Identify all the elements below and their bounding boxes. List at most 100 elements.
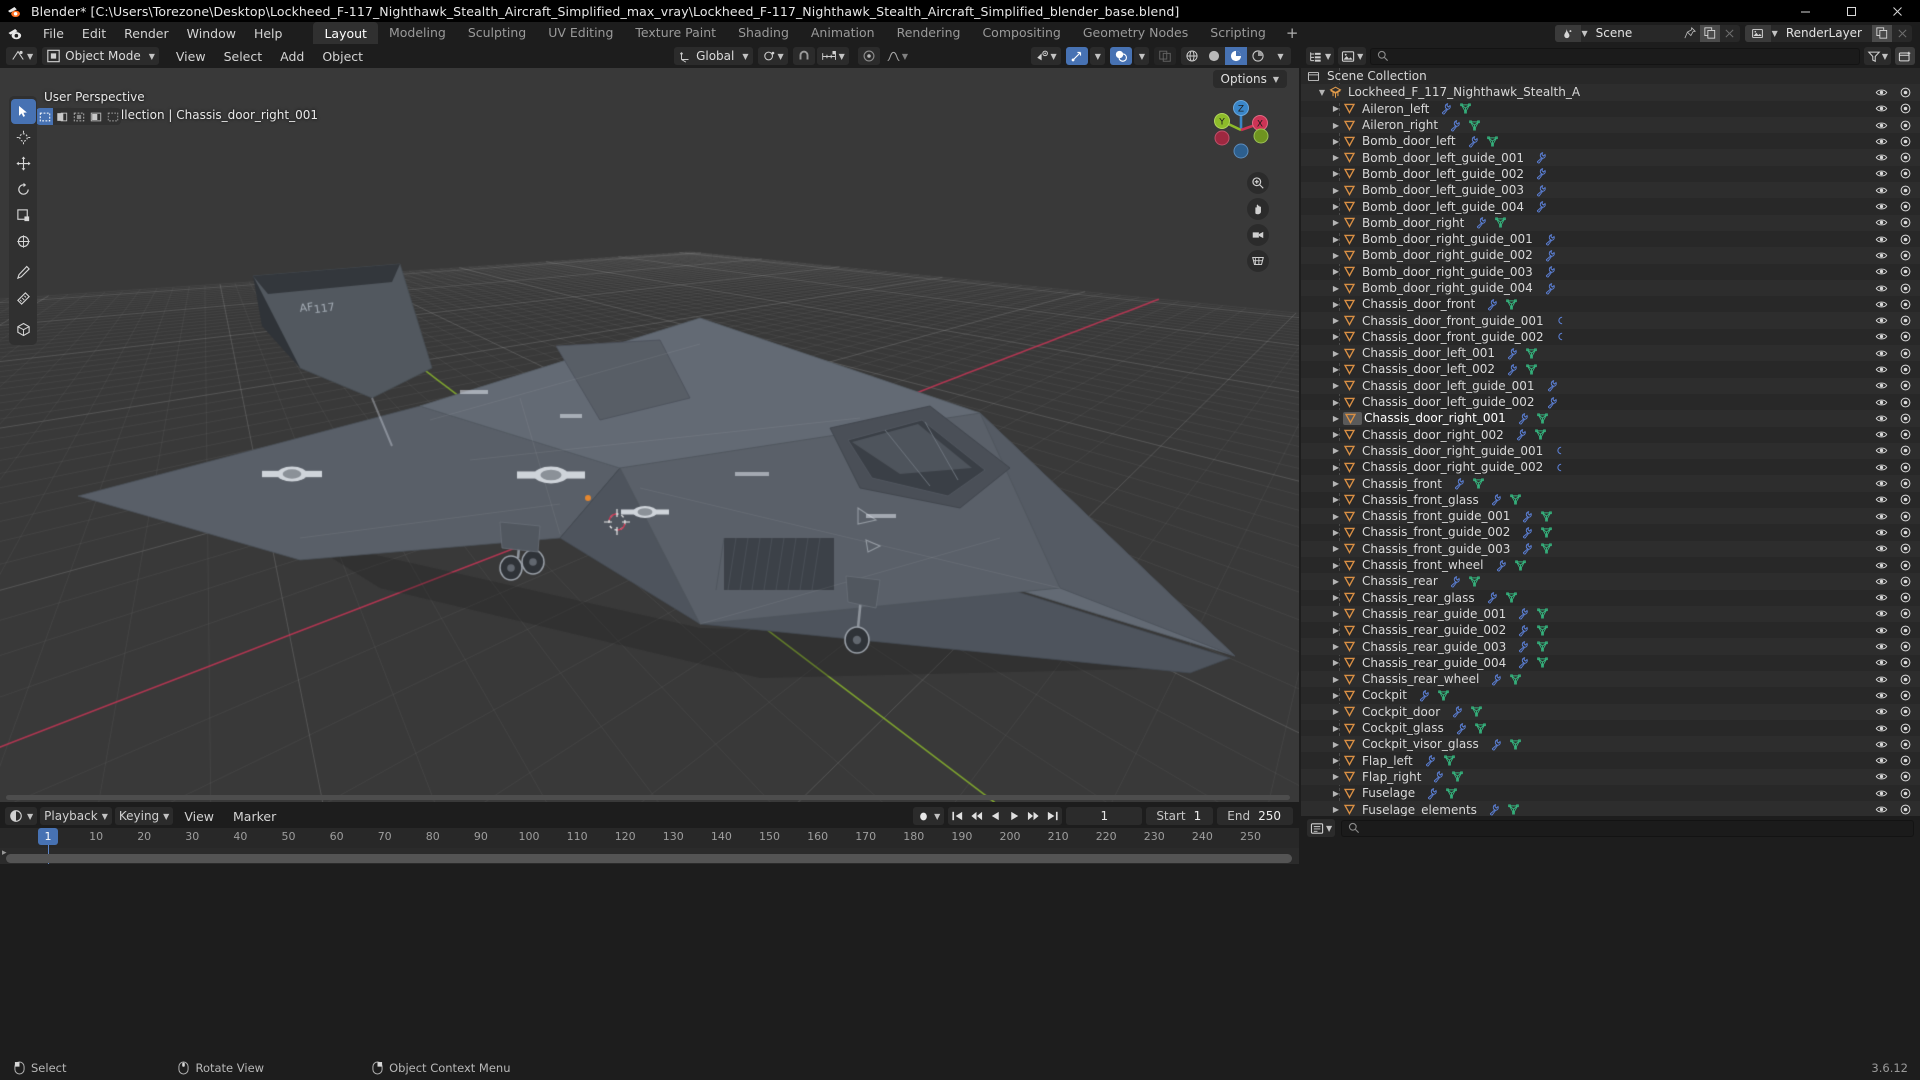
- disable-in-renders-icon[interactable]: [1899, 477, 1912, 490]
- disable-in-renders-icon[interactable]: [1899, 135, 1912, 148]
- disable-in-renders-icon[interactable]: [1899, 803, 1912, 816]
- outliner-object-row[interactable]: ▶Bomb_door_right_guide_004: [1301, 280, 1920, 296]
- disable-in-renders-icon[interactable]: [1899, 363, 1912, 376]
- proportional-editing-toggle[interactable]: [858, 47, 880, 65]
- chevron-right-icon[interactable]: ▶: [1329, 430, 1343, 439]
- viewport-menu-object[interactable]: Object: [313, 47, 372, 66]
- hide-in-viewport-icon[interactable]: [1875, 412, 1888, 425]
- outliner-object-row[interactable]: ▶Bomb_door_left_guide_003: [1301, 182, 1920, 198]
- tab-shading[interactable]: Shading: [727, 22, 800, 44]
- disable-in-renders-icon[interactable]: [1899, 705, 1912, 718]
- viewlayer-datablock[interactable]: ▼ RenderLayer: [1745, 25, 1912, 42]
- pan-view-icon[interactable]: [1247, 198, 1269, 220]
- frame-end-field[interactable]: End 250: [1217, 807, 1293, 825]
- measure-tool[interactable]: [11, 286, 36, 311]
- disable-in-renders-icon[interactable]: [1899, 298, 1912, 311]
- select-box-mode-icon[interactable]: [36, 108, 53, 125]
- camera-view-icon[interactable]: [1247, 224, 1269, 246]
- hide-in-viewport-icon[interactable]: [1875, 607, 1888, 620]
- outliner-object-row[interactable]: ▶Aileron_right: [1301, 117, 1920, 133]
- chevron-right-icon[interactable]: ▶: [1329, 332, 1343, 341]
- disable-in-renders-icon[interactable]: [1899, 444, 1912, 457]
- scene-datablock[interactable]: ▼ Scene: [1555, 25, 1740, 42]
- shading-rendered-button[interactable]: [1247, 47, 1269, 65]
- timeline-menu-keying[interactable]: Keying ▼: [115, 807, 173, 825]
- shading-material-preview-button[interactable]: [1225, 47, 1247, 65]
- hide-in-viewport-icon[interactable]: [1875, 233, 1888, 246]
- chevron-right-icon[interactable]: ▶: [1329, 316, 1343, 325]
- disable-in-renders-icon[interactable]: [1899, 656, 1912, 669]
- disable-in-renders-icon[interactable]: [1899, 233, 1912, 246]
- disable-in-renders-icon[interactable]: [1899, 347, 1912, 360]
- chevron-right-icon[interactable]: ▶: [1329, 186, 1343, 195]
- jump-next-keyframe-button[interactable]: [1024, 807, 1043, 825]
- outliner-object-row[interactable]: ▶Bomb_door_left_guide_002: [1301, 166, 1920, 182]
- annotate-tool[interactable]: [11, 260, 36, 285]
- hide-in-viewport-icon[interactable]: [1875, 591, 1888, 604]
- new-scene-icon[interactable]: [1700, 25, 1720, 42]
- delete-scene-icon[interactable]: [1720, 25, 1740, 42]
- chevron-right-icon[interactable]: ▶: [1329, 691, 1343, 700]
- play-button[interactable]: [1005, 807, 1024, 825]
- hide-in-viewport-icon[interactable]: [1875, 298, 1888, 311]
- outliner-object-row[interactable]: ▶Chassis_door_front_guide_001: [1301, 312, 1920, 328]
- disable-in-renders-icon[interactable]: [1899, 379, 1912, 392]
- hide-in-viewport-icon[interactable]: [1875, 184, 1888, 197]
- select-intersect-mode-icon[interactable]: [87, 108, 104, 125]
- outliner-object-row[interactable]: ▶Chassis_door_left_002: [1301, 361, 1920, 377]
- disable-in-renders-icon[interactable]: [1899, 673, 1912, 686]
- close-button[interactable]: [1874, 0, 1920, 22]
- chevron-right-icon[interactable]: ▶: [1329, 235, 1343, 244]
- select-extend-mode-icon[interactable]: [53, 108, 70, 125]
- disable-in-renders-icon[interactable]: [1899, 559, 1912, 572]
- minimize-button[interactable]: [1782, 0, 1828, 22]
- show-gizmo-toggle[interactable]: [1066, 47, 1088, 65]
- chevron-right-icon[interactable]: ▶: [1329, 724, 1343, 733]
- chevron-right-icon[interactable]: ▶: [1329, 593, 1343, 602]
- delete-viewlayer-icon[interactable]: [1892, 25, 1912, 42]
- shading-solid-button[interactable]: [1203, 47, 1225, 65]
- disable-in-renders-icon[interactable]: [1899, 216, 1912, 229]
- chevron-right-icon[interactable]: ▶: [1329, 675, 1343, 684]
- snap-magnet-toggle[interactable]: [793, 47, 815, 65]
- outliner-object-row[interactable]: ▶Chassis_front_guide_003: [1301, 541, 1920, 557]
- outliner-object-row[interactable]: ▶Chassis_door_front_guide_002: [1301, 329, 1920, 345]
- disable-in-renders-icon[interactable]: [1899, 282, 1912, 295]
- object-mode-selector[interactable]: Object Mode ▼: [42, 47, 159, 65]
- hide-in-viewport-icon[interactable]: [1875, 330, 1888, 343]
- tab-animation[interactable]: Animation: [800, 22, 886, 44]
- outliner-object-row[interactable]: ▶Fuselage: [1301, 785, 1920, 801]
- disable-in-renders-icon[interactable]: [1899, 184, 1912, 197]
- chevron-right-icon[interactable]: ▶: [1329, 626, 1343, 635]
- editor-type-button[interactable]: ▼: [6, 47, 37, 65]
- disable-in-renders-icon[interactable]: [1899, 754, 1912, 767]
- disable-in-renders-icon[interactable]: [1899, 428, 1912, 441]
- hide-in-viewport-icon[interactable]: [1875, 689, 1888, 702]
- disable-in-renders-icon[interactable]: [1899, 249, 1912, 262]
- disable-in-renders-icon[interactable]: [1899, 314, 1912, 327]
- hide-in-viewport-icon[interactable]: [1875, 396, 1888, 409]
- hide-in-viewport-icon[interactable]: [1875, 167, 1888, 180]
- shading-mode-group[interactable]: ▼: [1181, 47, 1291, 65]
- hide-in-viewport-icon[interactable]: [1875, 493, 1888, 506]
- chevron-right-icon[interactable]: ▶: [1329, 479, 1343, 488]
- outliner-object-row[interactable]: ▶Chassis_rear_guide_004: [1301, 655, 1920, 671]
- viewport-menu-view[interactable]: View: [167, 47, 215, 66]
- jump-to-end-button[interactable]: [1043, 807, 1062, 825]
- hide-in-viewport-icon[interactable]: [1875, 102, 1888, 115]
- disable-in-renders-icon[interactable]: [1899, 265, 1912, 278]
- outliner-object-row[interactable]: ▶Cockpit_glass: [1301, 720, 1920, 736]
- viewport-menu-add[interactable]: Add: [271, 47, 313, 66]
- chevron-right-icon[interactable]: ▶: [1329, 398, 1343, 407]
- hide-in-viewport-icon[interactable]: [1875, 559, 1888, 572]
- scale-tool[interactable]: [11, 203, 36, 228]
- outliner-object-row[interactable]: ▶Chassis_front_wheel: [1301, 557, 1920, 573]
- hide-in-viewport-icon[interactable]: [1875, 347, 1888, 360]
- hide-in-viewport-icon[interactable]: [1875, 86, 1888, 99]
- tab-layout[interactable]: Layout: [313, 22, 378, 45]
- tab-sculpting[interactable]: Sculpting: [457, 22, 537, 44]
- hide-in-viewport-icon[interactable]: [1875, 656, 1888, 669]
- tab-scripting[interactable]: Scripting: [1199, 22, 1277, 44]
- outliner-object-row[interactable]: ▶Bomb_door_right_guide_002: [1301, 247, 1920, 263]
- disable-in-renders-icon[interactable]: [1899, 624, 1912, 637]
